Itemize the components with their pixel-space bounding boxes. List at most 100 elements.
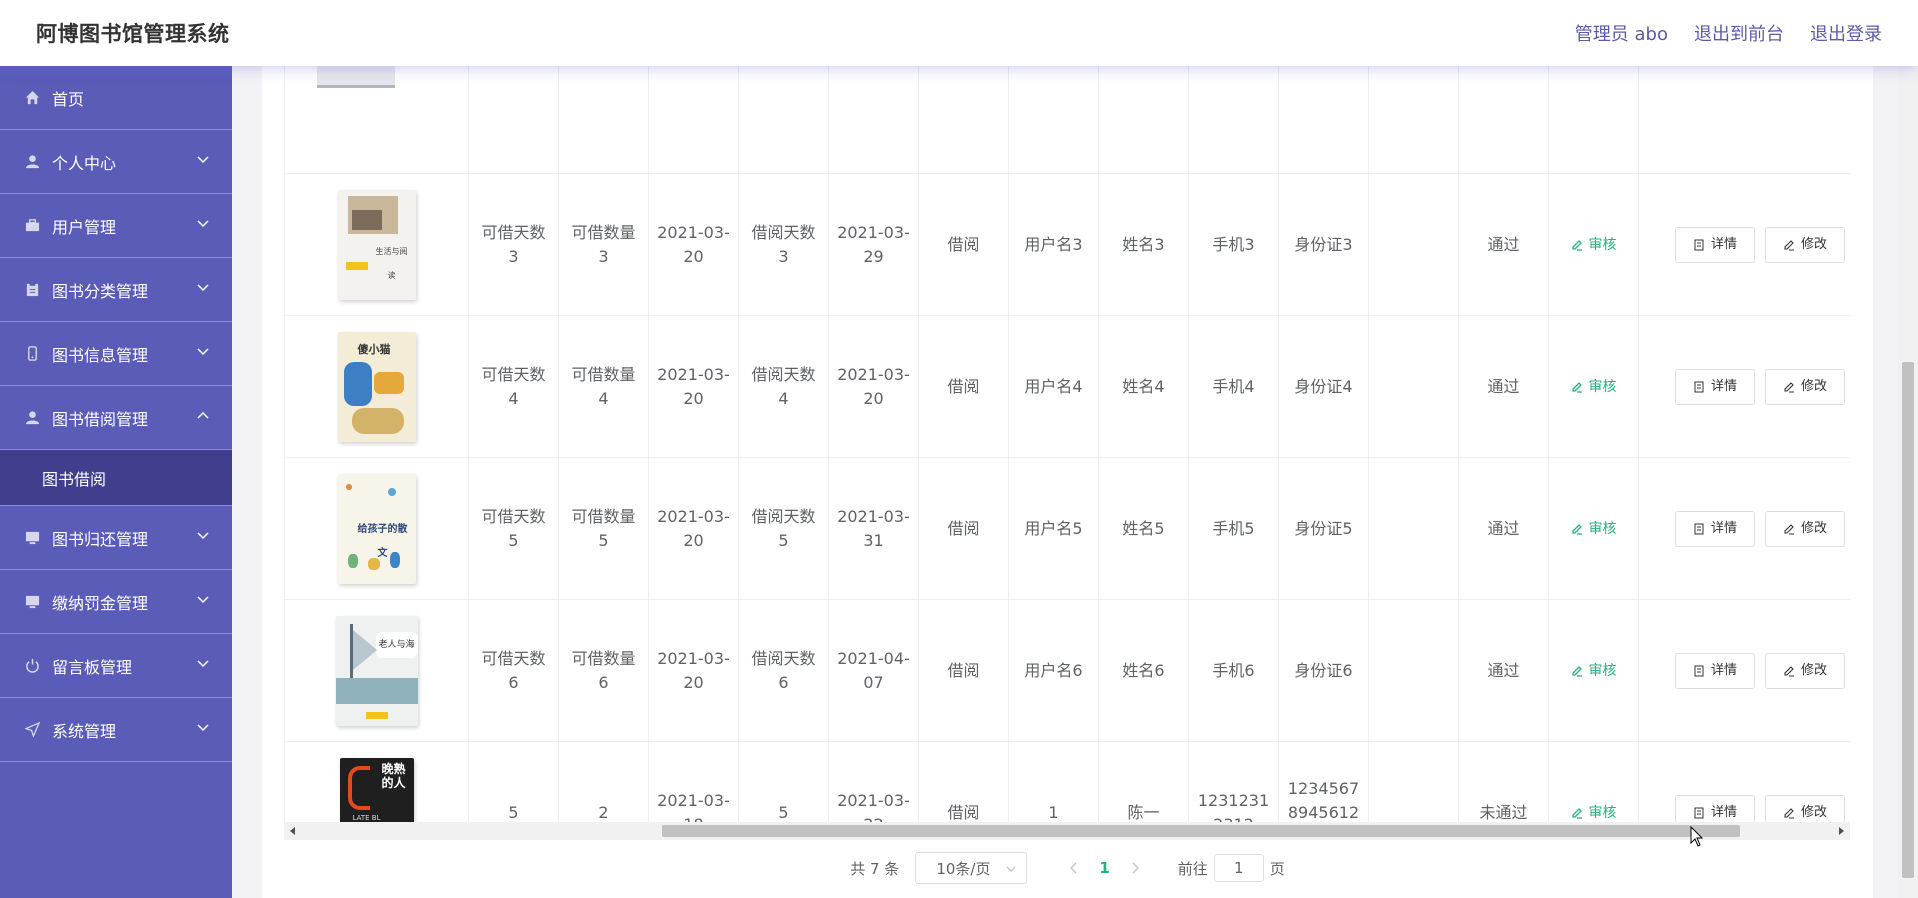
document-icon: [1694, 239, 1704, 251]
cover-cell: 给孩子的散文: [285, 458, 469, 599]
detail-button[interactable]: 详情: [1675, 511, 1755, 547]
document-icon: [1694, 523, 1704, 535]
edit-button[interactable]: 修改: [1765, 653, 1845, 689]
sidebar-item-label: 系统管理: [52, 721, 117, 741]
id-card-cell: 身份证6: [1279, 600, 1369, 741]
sidebar: 首页 个人中心 用户管理 图书分类管理 图书信息管理 图书借阅管理 图书借阅 图…: [0, 66, 232, 898]
borrow-days-cell: 借阅天数4: [739, 316, 829, 457]
audit-label: 审核: [1588, 804, 1617, 821]
status-cell: 借阅: [919, 600, 1009, 741]
page-size-select[interactable]: 10条/页: [915, 852, 1028, 884]
power-icon: [25, 658, 40, 673]
scroll-right-icon[interactable]: [1836, 826, 1846, 836]
sidebar-item-message-board[interactable]: 留言板管理: [0, 634, 232, 698]
id-card-cell: 身份证5: [1279, 458, 1369, 599]
next-page-button[interactable]: [1124, 857, 1146, 879]
sidebar-item-personal-center[interactable]: 个人中心: [0, 130, 232, 194]
borrow-table: 生活与阅读 可借天数3 可借数量3 2021-03-20 借阅天数3 2021-…: [284, 66, 1850, 822]
edit-button[interactable]: 修改: [1765, 369, 1845, 405]
horizontal-scrollbar[interactable]: [284, 822, 1850, 840]
audit-label: 审核: [1588, 662, 1617, 679]
cover-title: 给孩子的散文: [357, 523, 408, 559]
reply-cell: [1369, 600, 1459, 741]
audit-button[interactable]: 审核: [1571, 375, 1617, 399]
cover-cell: 傻小猫: [285, 316, 469, 457]
sidebar-item-category-management[interactable]: 图书分类管理: [0, 258, 232, 322]
actions-cell: 详情 修改: [1639, 174, 1850, 315]
table-row: 老人与海 可借天数6 可借数量6 2021-03-20 借阅天数6 2021-0…: [285, 600, 1850, 742]
vertical-scroll-thumb[interactable]: [1902, 362, 1914, 878]
detail-button[interactable]: 详情: [1675, 653, 1755, 689]
horizontal-scroll-thumb[interactable]: [662, 825, 1740, 837]
edit-button[interactable]: 修改: [1765, 227, 1845, 263]
sidebar-item-borrow-management[interactable]: 图书借阅管理: [0, 386, 232, 450]
sidebar-item-book-info[interactable]: 图书信息管理: [0, 322, 232, 386]
sidebar-item-label: 留言板管理: [52, 657, 133, 677]
days-cell: 5: [469, 742, 559, 822]
mouse-cursor-icon: [1690, 826, 1704, 847]
status-cell: 借阅: [919, 174, 1009, 315]
edit-button[interactable]: 修改: [1765, 511, 1845, 547]
chevron-down-icon: [197, 156, 209, 164]
detail-button[interactable]: 详情: [1675, 227, 1755, 263]
edit-label: 修改: [1800, 663, 1827, 678]
edit-icon: [1784, 240, 1794, 251]
return-date-cell: 2021-03-29: [829, 174, 919, 315]
current-page-number[interactable]: 1: [1099, 859, 1109, 877]
sidebar-item-return-management[interactable]: 图书归还管理: [0, 506, 232, 570]
audit-button[interactable]: 审核: [1571, 801, 1617, 823]
table-cell: [829, 66, 919, 173]
days-cell: 可借天数3: [469, 174, 559, 315]
edit-icon: [1571, 665, 1582, 677]
id-card-cell: 身份证3: [1279, 174, 1369, 315]
sidebar-item-user-management[interactable]: 用户管理: [0, 194, 232, 258]
sidebar-item-label: 图书归还管理: [52, 529, 149, 549]
table-cell: [1009, 66, 1099, 173]
table-cell: [469, 66, 559, 173]
audit-button[interactable]: 审核: [1571, 659, 1617, 683]
name-cell: 姓名5: [1099, 458, 1189, 599]
actions-cell: 详情 修改: [1639, 458, 1850, 599]
document-icon: [1694, 665, 1704, 677]
borrow-days-cell: 借阅天数6: [739, 600, 829, 741]
reply-cell: [1369, 316, 1459, 457]
logout-link[interactable]: 退出登录: [1810, 20, 1882, 46]
table-cell: [739, 66, 829, 173]
table-cell: [1099, 66, 1189, 173]
audit-result-cell: 通过: [1459, 316, 1549, 457]
cover-title: 晚熟的人: [381, 761, 406, 790]
actions-cell: 详情 修改: [1639, 316, 1850, 457]
audit-button[interactable]: 审核: [1571, 233, 1617, 257]
name-cell: 姓名4: [1099, 316, 1189, 457]
chevron-down-icon: [197, 596, 209, 604]
edit-button[interactable]: 修改: [1765, 795, 1845, 822]
scroll-left-icon[interactable]: [288, 826, 298, 836]
sidebar-item-label: 用户管理: [52, 217, 117, 237]
username-cell: 用户名3: [1009, 174, 1099, 315]
detail-button[interactable]: 详情: [1675, 369, 1755, 405]
reply-cell: [1369, 458, 1459, 599]
detail-label: 详情: [1710, 521, 1737, 536]
sidebar-item-fine-management[interactable]: 缴纳罚金管理: [0, 570, 232, 634]
audit-button[interactable]: 审核: [1571, 517, 1617, 541]
name-cell: 姓名3: [1099, 174, 1189, 315]
return-date-cell: 2021-03-22: [829, 742, 919, 822]
table-cell: [1279, 66, 1369, 173]
phone-cell: 手机5: [1189, 458, 1279, 599]
page-size-value: 10条/页: [936, 859, 991, 878]
username-cell: 用户名5: [1009, 458, 1099, 599]
admin-user-link[interactable]: 管理员 abo: [1575, 20, 1668, 46]
detail-label: 详情: [1710, 379, 1737, 394]
vertical-scrollbar[interactable]: [1898, 66, 1918, 898]
chevron-down-icon: [197, 220, 209, 228]
detail-button[interactable]: 详情: [1675, 795, 1755, 822]
prev-page-button[interactable]: [1063, 857, 1085, 879]
audit-result-cell: 通过: [1459, 458, 1549, 599]
chevron-down-icon: [1006, 866, 1016, 872]
sidebar-item-system-management[interactable]: 系统管理: [0, 698, 232, 762]
back-to-front-link[interactable]: 退出到前台: [1694, 20, 1784, 46]
sidebar-subitem-book-borrow[interactable]: 图书借阅: [0, 450, 232, 506]
cover-title: 老人与海: [375, 631, 418, 658]
sidebar-item-home[interactable]: 首页: [0, 66, 232, 130]
goto-page-input[interactable]: 1: [1213, 854, 1264, 882]
